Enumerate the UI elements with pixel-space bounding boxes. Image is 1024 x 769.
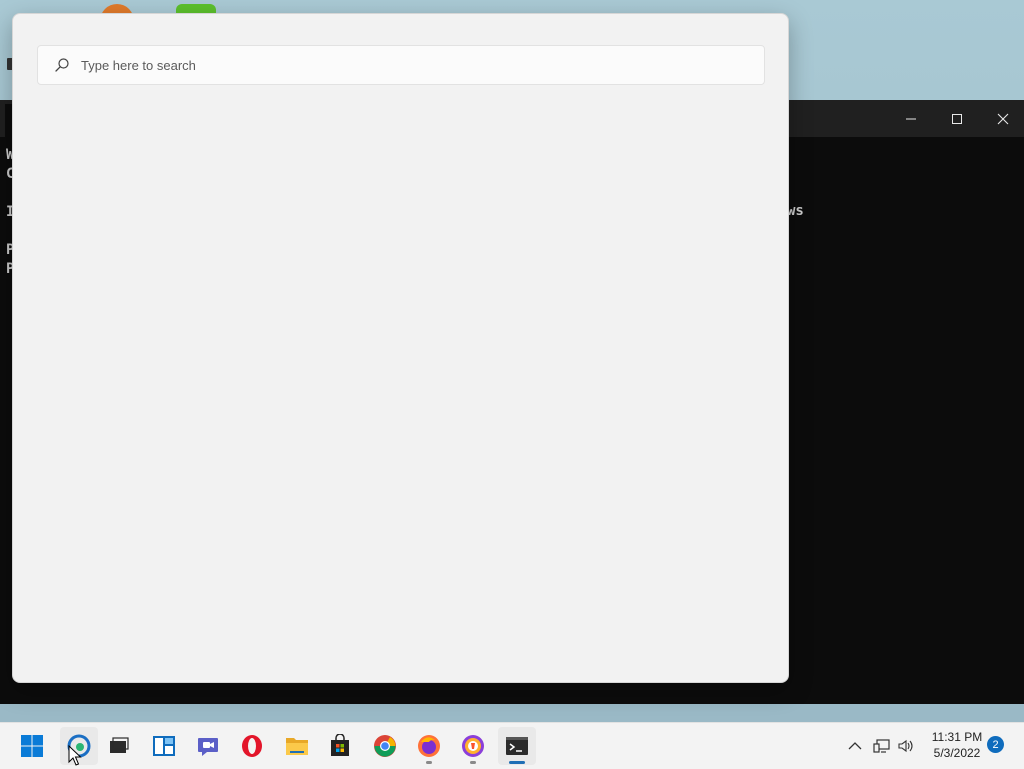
volume-icon bbox=[898, 739, 913, 753]
store-icon bbox=[331, 734, 349, 756]
opera-icon bbox=[242, 735, 262, 757]
chevron-up-icon bbox=[848, 742, 862, 750]
taskbar-brave[interactable] bbox=[454, 727, 492, 765]
network-button[interactable] bbox=[871, 723, 893, 769]
active-indicator bbox=[509, 761, 525, 764]
taskbar-firefox[interactable] bbox=[410, 727, 448, 765]
taskbar-widgets[interactable] bbox=[145, 727, 183, 765]
clock-date: 5/3/2022 bbox=[933, 746, 981, 760]
chrome-icon bbox=[374, 735, 396, 757]
start-button[interactable] bbox=[13, 727, 51, 765]
search-input[interactable] bbox=[79, 56, 723, 74]
maximize-icon bbox=[952, 113, 962, 124]
widgets-icon bbox=[153, 736, 175, 756]
clock[interactable]: 11:31 PM 5/3/2022 bbox=[922, 729, 992, 761]
chat-icon bbox=[198, 738, 218, 756]
running-indicator bbox=[426, 761, 432, 764]
folder-icon bbox=[286, 738, 308, 755]
taskbar-chrome[interactable] bbox=[366, 727, 404, 765]
minimize-icon bbox=[906, 118, 916, 119]
search-icon bbox=[54, 57, 70, 73]
terminal-text: ws bbox=[787, 203, 804, 219]
volume-button[interactable] bbox=[895, 723, 917, 769]
taskbar-chat[interactable] bbox=[189, 727, 227, 765]
close-icon bbox=[997, 113, 1009, 124]
search-box[interactable] bbox=[37, 45, 765, 85]
task-view-icon bbox=[110, 737, 129, 753]
minimize-button[interactable] bbox=[888, 100, 934, 137]
network-icon bbox=[873, 739, 890, 753]
running-indicator bbox=[470, 761, 476, 764]
taskbar-task-view[interactable] bbox=[100, 727, 138, 765]
firefox-icon bbox=[418, 735, 440, 757]
taskbar-microsoft-store[interactable] bbox=[321, 727, 359, 765]
mouse-cursor-icon bbox=[68, 745, 82, 766]
brave-icon bbox=[462, 735, 484, 757]
search-flyout bbox=[12, 13, 789, 683]
taskbar-terminal[interactable] bbox=[498, 727, 536, 765]
taskbar: 11:31 PM 5/3/2022 bbox=[0, 722, 1024, 769]
terminal-icon bbox=[506, 737, 528, 755]
taskbar-opera[interactable] bbox=[233, 727, 271, 765]
show-hidden-icons-button[interactable] bbox=[843, 723, 867, 769]
close-button[interactable] bbox=[980, 100, 1024, 137]
taskbar-file-explorer[interactable] bbox=[278, 727, 316, 765]
notification-badge[interactable]: 2 bbox=[987, 736, 1004, 753]
maximize-button[interactable] bbox=[934, 100, 980, 137]
clock-time: 11:31 PM bbox=[931, 730, 983, 744]
windows-logo-icon bbox=[21, 735, 43, 757]
